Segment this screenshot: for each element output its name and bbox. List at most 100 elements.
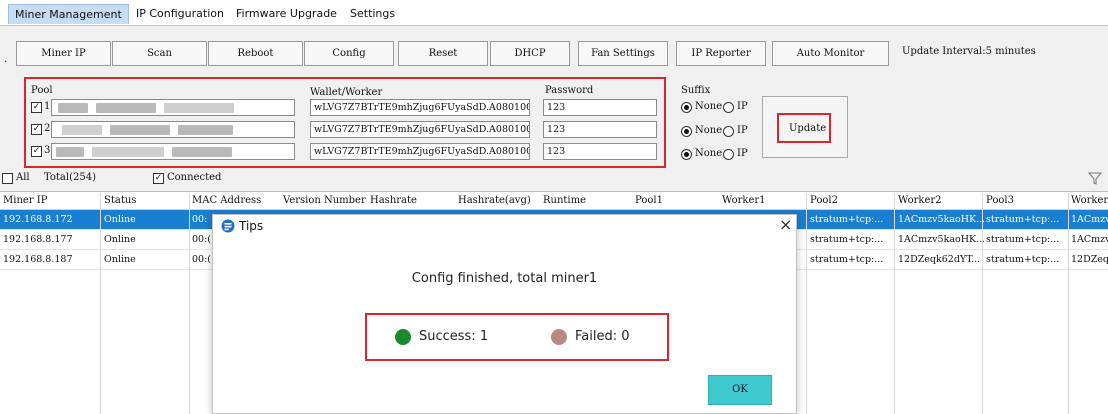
toolbar: . Miner IP Scan Reboot Config Reset DHCP… xyxy=(0,26,1108,74)
suffix-label: Suffix xyxy=(681,85,711,96)
suffix-1-ip-radio[interactable] xyxy=(723,102,734,113)
col-worker1[interactable]: Worker1 xyxy=(722,193,766,209)
col-status[interactable]: Status xyxy=(104,193,136,209)
worker2-cell: 1ACmzv5kaoHK... xyxy=(898,214,984,225)
worker3-cell: 1ACmzv5 xyxy=(1071,234,1108,245)
reboot-button[interactable]: Reboot xyxy=(208,41,303,66)
filter-funnel-icon[interactable] xyxy=(1088,172,1102,186)
redacted-block xyxy=(58,103,88,113)
pool-3-url-field[interactable] xyxy=(51,143,295,160)
column-divider xyxy=(1068,193,1069,414)
dialog-message: Config finished, total miner1 xyxy=(411,271,598,286)
close-icon[interactable]: × xyxy=(779,217,792,233)
password-3-field[interactable]: 123 xyxy=(543,143,657,160)
col-pool2[interactable]: Pool2 xyxy=(810,193,838,209)
reset-button[interactable]: Reset xyxy=(398,41,488,66)
password-1-field[interactable]: 123 xyxy=(543,99,657,116)
suffix-3-none-radio[interactable] xyxy=(681,149,692,160)
ok-button[interactable]: OK xyxy=(708,375,772,405)
tab-miner-management[interactable]: Miner Management xyxy=(8,4,129,24)
fan-settings-button[interactable]: Fan Settings xyxy=(578,41,668,66)
pool2-cell: stratum+tcp:... xyxy=(810,234,884,245)
col-worker2[interactable]: Worker2 xyxy=(898,193,942,209)
worker3-cell: 1ACmzv5 xyxy=(1071,214,1108,225)
column-divider xyxy=(806,193,807,414)
miner-ip-cell: 192.168.8.187 xyxy=(3,254,73,265)
dialog-title: Tips xyxy=(239,219,264,233)
status-cell: Online xyxy=(104,214,136,225)
wallet-label: Wallet/Worker xyxy=(310,87,383,98)
pool-1-url-field[interactable] xyxy=(51,99,295,116)
update-interval-text: Update Interval:5 minutes xyxy=(902,46,1036,57)
success-count: Success: 1 xyxy=(419,329,489,344)
tab-settings[interactable]: Settings xyxy=(344,4,401,24)
mac-cell: 00:( xyxy=(192,234,211,245)
redacted-block xyxy=(110,125,170,135)
col-mac-address[interactable]: MAC Address xyxy=(192,193,261,209)
status-cell: Online xyxy=(104,234,136,245)
column-divider xyxy=(189,193,190,414)
col-miner-ip[interactable]: Miner IP xyxy=(3,193,47,209)
pool-label: Pool xyxy=(31,85,53,96)
redacted-block xyxy=(62,125,102,135)
col-worker3[interactable]: Worker3 xyxy=(1071,193,1108,209)
col-hashrate-avg[interactable]: Hashrate(avg) xyxy=(458,193,531,209)
password-label: Password xyxy=(545,85,594,96)
pool-2-index: 2 xyxy=(44,123,51,134)
pool-3-checkbox[interactable]: ✓ xyxy=(31,146,42,157)
config-button[interactable]: Config xyxy=(304,41,394,66)
col-pool3[interactable]: Pool3 xyxy=(986,193,1014,209)
ip-reporter-button[interactable]: IP Reporter xyxy=(676,41,766,66)
redacted-block xyxy=(96,103,156,113)
suffix-3-none-label: None xyxy=(695,148,723,159)
suffix-1-none-radio[interactable] xyxy=(681,102,692,113)
status-cell: Online xyxy=(104,254,136,265)
suffix-2-none-radio[interactable] xyxy=(681,126,692,137)
menu-bar: Miner Management IP Configuration Firmwa… xyxy=(0,0,1108,26)
status-row: All Total(254) ✓ Connected xyxy=(0,170,1108,192)
success-dot-icon xyxy=(395,329,411,345)
connected-label: Connected xyxy=(167,172,222,183)
suffix-1-none-label: None xyxy=(695,101,723,112)
wallet-2-field[interactable]: wLVG7Z7BTrTE9mhZjug6FUyaSdD.A08010000002 xyxy=(310,121,530,138)
redacted-block xyxy=(164,103,234,113)
dialog-title-bar: Tips × xyxy=(213,215,796,237)
col-runtime[interactable]: Runtime xyxy=(543,193,586,209)
update-label: Update xyxy=(789,123,827,134)
worker3-cell: 12DZeqk xyxy=(1071,254,1108,265)
suffix-3-ip-radio[interactable] xyxy=(723,149,734,160)
update-button[interactable]: Update xyxy=(762,96,848,158)
worker2-cell: 1ACmzv5kaoHK... xyxy=(898,234,984,245)
column-divider xyxy=(100,193,101,414)
suffix-2-ip-radio[interactable] xyxy=(723,126,734,137)
wallet-3-field[interactable]: wLVG7Z7BTrTE9mhZjug6FUyaSdD.A08010000002 xyxy=(310,143,530,160)
scan-button[interactable]: Scan xyxy=(112,41,207,66)
pool-1-checkbox[interactable]: ✓ xyxy=(31,102,42,113)
suffix-1-ip-label: IP xyxy=(737,101,748,112)
suffix-2-ip-label: IP xyxy=(737,125,748,136)
select-all-label: All xyxy=(16,172,30,183)
col-pool1[interactable]: Pool1 xyxy=(635,193,663,209)
failed-dot-icon xyxy=(551,329,567,345)
auto-monitor-button[interactable]: Auto Monitor xyxy=(772,41,889,66)
password-2-field[interactable]: 123 xyxy=(543,121,657,138)
column-divider xyxy=(894,193,895,414)
tab-firmware-upgrade[interactable]: Firmware Upgrade xyxy=(230,4,343,24)
wallet-1-field[interactable]: wLVG7Z7BTrTE9mhZjug6FUyaSdD.A08010000002 xyxy=(310,99,530,116)
toolbar-mark: . xyxy=(4,54,8,65)
pool-2-checkbox[interactable]: ✓ xyxy=(31,124,42,135)
select-all-checkbox[interactable] xyxy=(2,173,13,184)
pool-2-url-field[interactable] xyxy=(51,121,295,138)
app-logo-icon xyxy=(221,219,235,233)
pool-3-index: 3 xyxy=(44,145,51,156)
suffix-2-none-label: None xyxy=(695,125,723,136)
connected-checkbox[interactable]: ✓ xyxy=(153,173,164,184)
miner-ip-cell: 192.168.8.177 xyxy=(3,234,73,245)
pool3-cell: stratum+tcp:... xyxy=(986,214,1060,225)
total-count: Total(254) xyxy=(44,172,96,183)
miner-ip-button[interactable]: Miner IP xyxy=(16,41,111,66)
tab-ip-configuration[interactable]: IP Configuration xyxy=(130,4,230,24)
col-version-number[interactable]: Version Number xyxy=(283,193,366,209)
col-hashrate[interactable]: Hashrate xyxy=(370,193,417,209)
dhcp-button[interactable]: DHCP xyxy=(490,41,570,66)
